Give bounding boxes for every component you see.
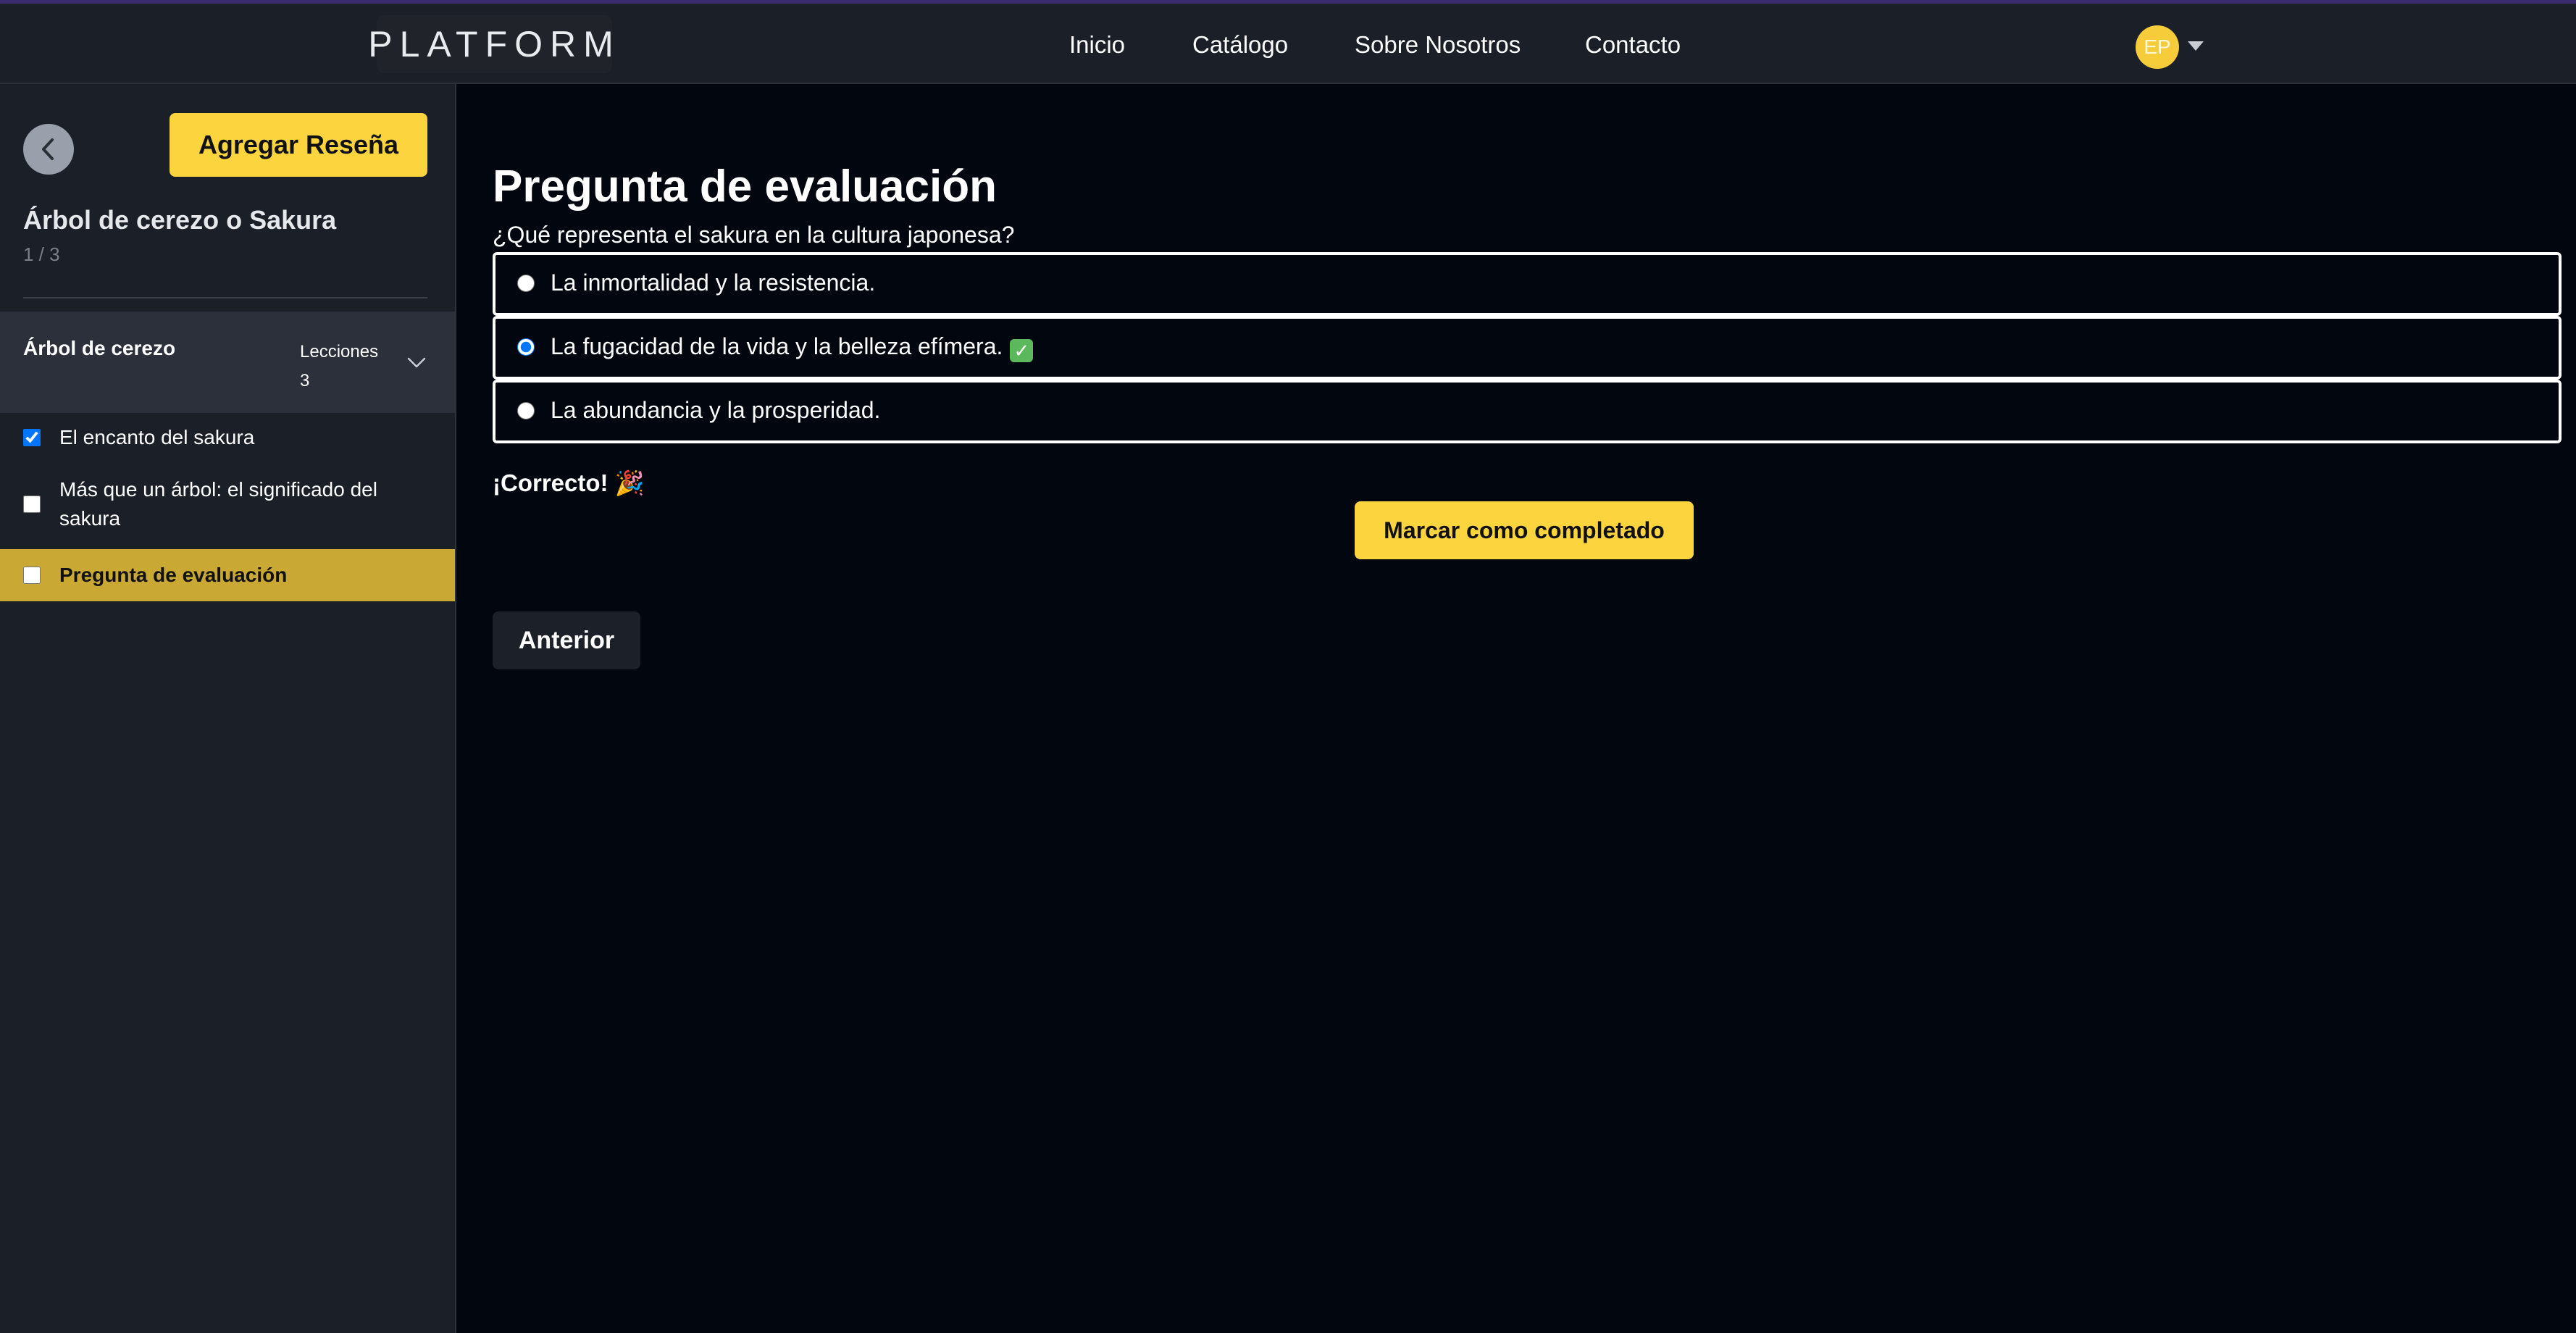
- mark-complete-button[interactable]: Marcar como completado: [1355, 501, 1694, 559]
- back-button[interactable]: [23, 124, 74, 175]
- section-header[interactable]: Árbol de cerezo Lecciones 3: [0, 312, 455, 413]
- lesson-checkbox[interactable]: [23, 567, 41, 584]
- lesson-label: Más que un árbol: el significado del sak…: [59, 478, 377, 530]
- check-icon: ✓: [1010, 339, 1034, 362]
- answer-label: La abundancia y la prosperidad.: [551, 397, 881, 423]
- answer-radio[interactable]: [517, 275, 535, 292]
- nav-link-inicio[interactable]: Inicio: [1069, 31, 1125, 59]
- section-title: Árbol de cerezo: [23, 337, 176, 359]
- top-navbar: PLATFORM Inicio Catálogo Sobre Nosotros …: [0, 4, 2576, 84]
- previous-button[interactable]: Anterior: [493, 611, 640, 669]
- lessons-label: Lecciones: [300, 342, 379, 362]
- lesson-item[interactable]: El encanto del sakura: [0, 420, 455, 455]
- answer-option[interactable]: La inmortalidad y la resistencia.: [493, 252, 2562, 316]
- answer-option[interactable]: La abundancia y la prosperidad.: [493, 380, 2562, 443]
- course-sidebar: Agregar Reseña Árbol de cerezo o Sakura …: [0, 84, 456, 1333]
- nav-link-catalogo[interactable]: Catálogo: [1192, 31, 1288, 59]
- course-title: Árbol de cerezo o Sakura: [23, 205, 337, 235]
- answer-radio[interactable]: [517, 338, 535, 356]
- lesson-label: El encanto del sakura: [59, 426, 255, 448]
- add-review-button[interactable]: Agregar Reseña: [170, 113, 427, 177]
- answer-label: La fugacidad de la vida y la belleza efí…: [551, 333, 1003, 359]
- lesson-checkbox[interactable]: [23, 496, 41, 513]
- nav-link-contacto[interactable]: Contacto: [1585, 31, 1681, 59]
- lessons-number: 3: [300, 371, 310, 390]
- page-title: Pregunta de evaluación: [493, 162, 997, 212]
- course-progress: 1 / 3: [23, 243, 60, 265]
- answer-radio[interactable]: [517, 402, 535, 419]
- answer-option-selected[interactable]: La fugacidad de la vida y la belleza efí…: [493, 316, 2562, 380]
- chevron-down-icon[interactable]: [2188, 41, 2204, 51]
- feedback-message: ¡Correcto! 🎉: [493, 469, 645, 496]
- chevron-left-icon: [42, 138, 54, 160]
- avatar[interactable]: EP: [2136, 25, 2179, 69]
- nav-link-sobre-nosotros[interactable]: Sobre Nosotros: [1355, 31, 1521, 59]
- lesson-item-active[interactable]: Pregunta de evaluación: [0, 549, 455, 601]
- lesson-label: Pregunta de evaluación: [59, 564, 288, 586]
- platform-logo[interactable]: PLATFORM: [368, 15, 614, 73]
- lessons-count: Lecciones 3: [300, 338, 378, 396]
- question-text: ¿Qué representa el sakura en la cultura …: [493, 222, 1015, 248]
- sidebar-divider: [23, 297, 427, 298]
- lesson-item[interactable]: Más que un árbol: el significado del sak…: [0, 475, 455, 533]
- lesson-checkbox[interactable]: [23, 429, 41, 446]
- answer-label-wrap: La fugacidad de la vida y la belleza efí…: [551, 333, 1034, 362]
- answer-label: La inmortalidad y la resistencia.: [551, 269, 876, 296]
- chevron-down-icon[interactable]: [406, 351, 427, 373]
